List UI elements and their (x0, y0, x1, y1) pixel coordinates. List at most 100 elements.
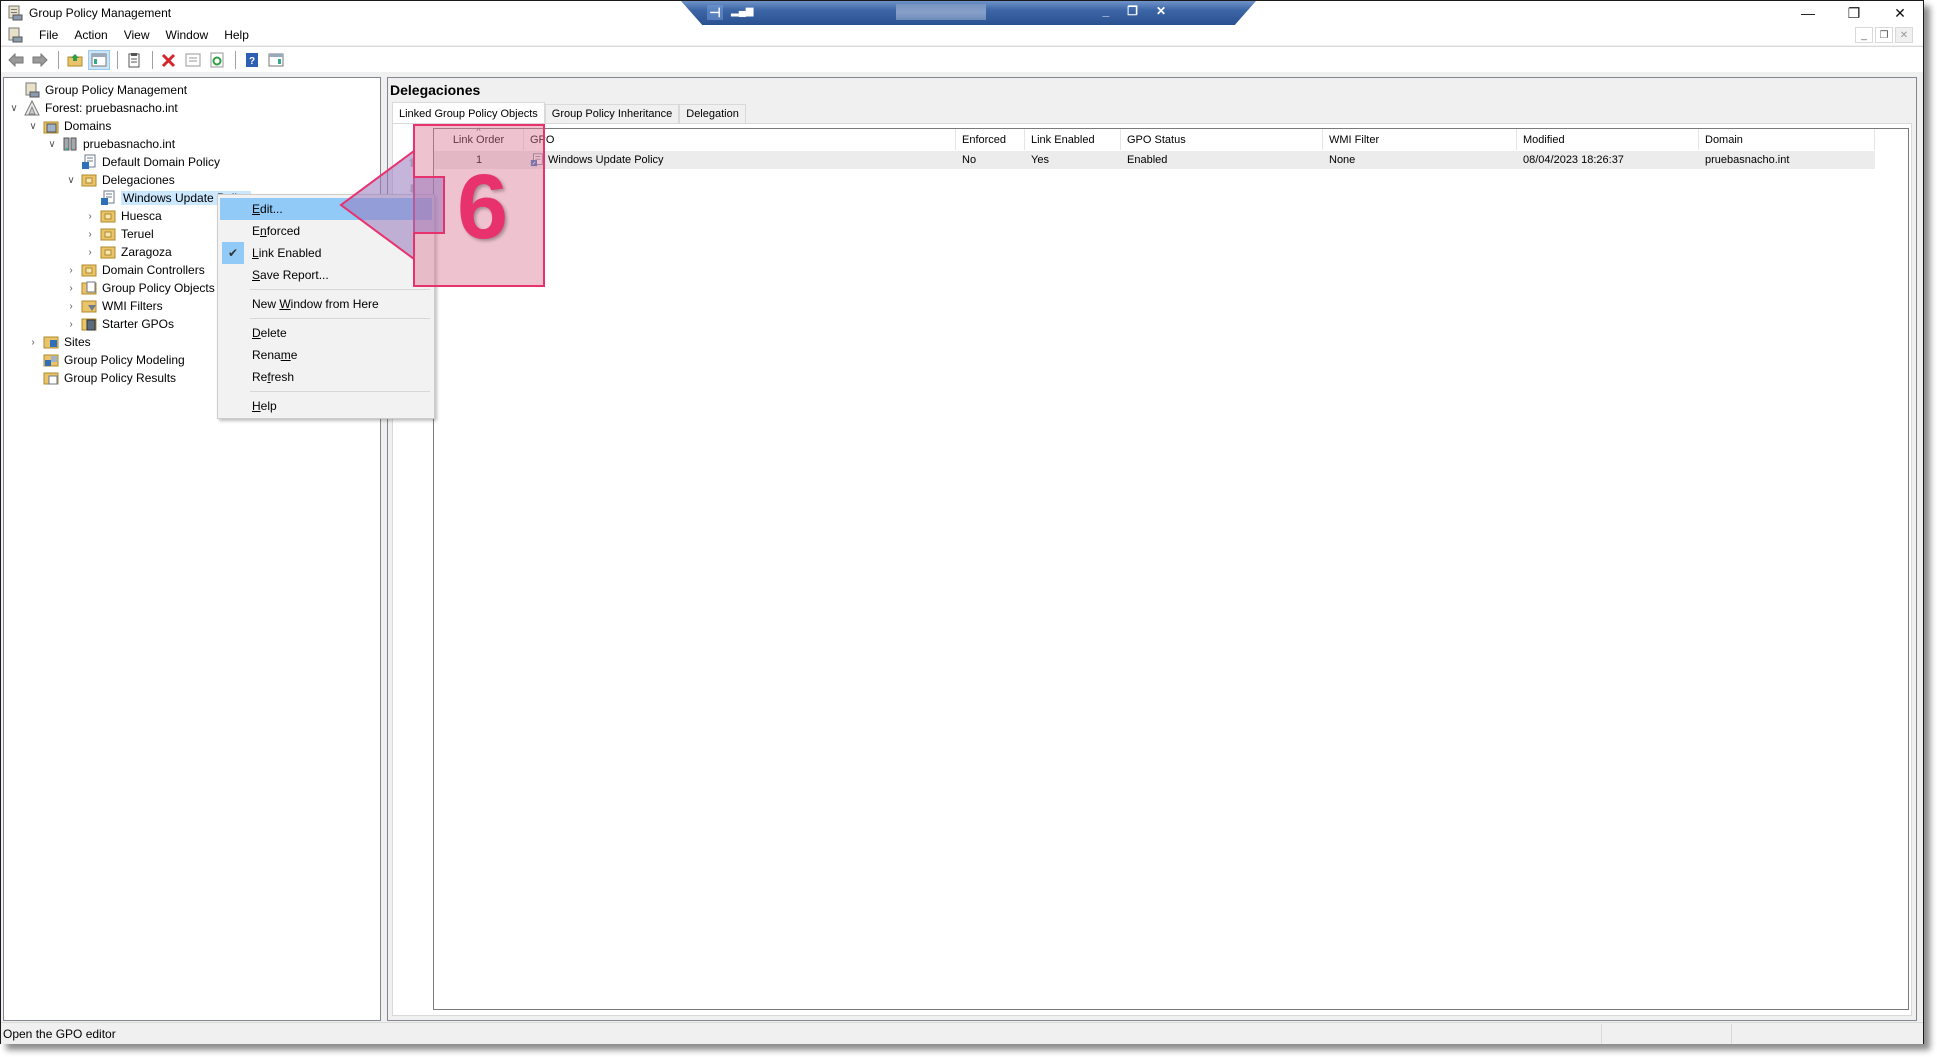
tree-item[interactable]: › Starter GPOs (65, 315, 174, 333)
menu-item-label: New Window from Here (252, 297, 379, 311)
menu-window[interactable]: Window (158, 28, 217, 42)
menu-item-help[interactable]: Help (220, 395, 432, 417)
chevron-down-icon[interactable]: ∨ (27, 121, 39, 132)
tree-item-label: Starter GPOs (102, 317, 175, 331)
menu-item-label: Link Enabled (252, 246, 322, 260)
cell-domain: pruebasnacho.int (1705, 154, 1790, 166)
chevron-right-icon[interactable]: › (65, 301, 77, 312)
menu-action[interactable]: Action (66, 28, 115, 42)
table-row[interactable]: 1 Windows Update Policy No Yes Enabled N… (434, 151, 1875, 169)
access-key: H (252, 399, 261, 413)
chevron-right-icon[interactable]: › (65, 265, 77, 276)
cell-link-enabled: Yes (1031, 154, 1049, 166)
menu-item-new-window[interactable]: New Window from Here (220, 293, 432, 315)
column-header-wmi-filter[interactable]: WMI Filter (1323, 129, 1517, 150)
chevron-right-icon[interactable]: › (65, 319, 77, 330)
menu-file[interactable]: File (31, 28, 66, 42)
tree-item[interactable]: Group Policy Results (27, 369, 176, 387)
tree-item[interactable]: Group Policy Management (8, 81, 187, 99)
tree-item[interactable]: ∨ Forest: pruebasnacho.int (8, 99, 178, 117)
tree-item[interactable]: › WMI Filters (65, 297, 162, 315)
tab-gp-inheritance[interactable]: Group Policy Inheritance (544, 104, 680, 123)
ou-icon (100, 210, 116, 223)
rdp-minimize-button[interactable]: _ (1102, 4, 1109, 18)
up-one-level-button[interactable] (64, 50, 86, 70)
forward-button[interactable] (29, 50, 51, 70)
gpm-icon (25, 82, 40, 98)
menu-item-rename[interactable]: Rename (220, 344, 432, 366)
tree-item[interactable]: › Zaragoza (84, 243, 171, 261)
pin-icon[interactable]: ⊣ (707, 5, 723, 20)
tree-item[interactable]: › Huesca (84, 207, 161, 225)
tree-item[interactable]: › Group Policy Objects (65, 279, 214, 297)
chevron-down-icon[interactable]: ∨ (8, 103, 20, 114)
cell-wmi-filter: None (1329, 154, 1356, 166)
menu-item-delete[interactable]: Delete (220, 322, 432, 344)
menu-item-enforced[interactable]: Enforced (220, 220, 432, 242)
mdi-restore-button[interactable]: ❐ (1875, 27, 1893, 43)
close-button[interactable]: ✕ (1877, 1, 1923, 25)
tree-item-label: Default Domain Policy (102, 155, 221, 169)
tab-linked-gpos[interactable]: Linked Group Policy Objects (392, 102, 545, 124)
menu-item-refresh[interactable]: Refresh (220, 366, 432, 388)
chevron-right-icon[interactable]: › (84, 247, 96, 258)
status-bar: Open the GPO editor (1, 1022, 1923, 1044)
restore-button[interactable]: ❐ (1831, 1, 1877, 25)
chevron-right-icon[interactable]: › (27, 337, 39, 348)
properties-button[interactable] (182, 50, 204, 70)
mdi-child-icon[interactable] (7, 27, 23, 43)
column-header-domain[interactable]: Domain (1699, 129, 1875, 150)
column-header-modified[interactable]: Modified (1517, 129, 1699, 150)
toolbar-separator (235, 50, 236, 69)
help-button[interactable]: ? (241, 50, 263, 70)
chevron-right-icon[interactable]: › (84, 229, 96, 240)
column-header-link-enabled[interactable]: Link Enabled (1025, 129, 1121, 150)
chevron-down-icon[interactable]: ∨ (65, 175, 77, 186)
menu-help[interactable]: Help (216, 28, 257, 42)
tab-delegation[interactable]: Delegation (679, 104, 746, 123)
mdi-close-button[interactable]: ✕ (1895, 27, 1913, 43)
menu-item-label: Help (252, 399, 277, 413)
show-hide-action-pane-icon (268, 53, 284, 66)
delete-button[interactable] (158, 50, 180, 70)
ou-icon (100, 228, 116, 241)
menu-item-edit[interactable]: Edit... (220, 198, 432, 220)
gpo-link-icon (101, 190, 115, 205)
forward-icon (32, 52, 48, 67)
tree-item[interactable]: › Domain Controllers (65, 261, 205, 279)
rdp-restore-button[interactable]: ❐ (1127, 4, 1138, 18)
tree-item-label: Domain Controllers (102, 263, 205, 277)
chevron-right-icon[interactable]: › (65, 283, 77, 294)
move-link-up-icon[interactable]: ⬆ (407, 156, 417, 170)
column-header-gpo[interactable]: GPO (524, 129, 956, 150)
minimize-button[interactable]: — (1785, 1, 1831, 25)
menu-view[interactable]: View (116, 28, 158, 42)
column-header-gpo-status[interactable]: GPO Status (1121, 129, 1323, 150)
column-header-enforced[interactable]: Enforced (956, 129, 1025, 150)
menu-item-link-enabled[interactable]: ✔ Link Enabled (220, 242, 432, 264)
tree-item[interactable]: ∨ pruebasnacho.int (46, 135, 175, 153)
tree-item[interactable]: Default Domain Policy (65, 153, 220, 171)
remote-desktop-connection-bar[interactable]: ⊣ ▂▄▆ _ ❐ ✕ (681, 1, 1256, 27)
mdi-minimize-button[interactable]: _ (1855, 27, 1873, 43)
show-hide-action-pane-button[interactable] (265, 50, 287, 70)
clipboard-button[interactable] (123, 50, 145, 70)
tree-item[interactable]: Group Policy Modeling (27, 351, 185, 369)
column-header-link-order[interactable]: ^ Link Order (434, 126, 524, 150)
chevron-right-icon[interactable]: › (84, 211, 96, 222)
tree-item[interactable]: ∨ Delegaciones (65, 171, 174, 189)
tree-item[interactable]: › Teruel (84, 225, 153, 243)
details-pane: Delegaciones Linked Group Policy Objects… (387, 77, 1917, 1021)
rdp-close-button[interactable]: ✕ (1156, 4, 1166, 18)
access-key: W (279, 297, 291, 311)
tree-item[interactable]: › Sites (27, 333, 90, 351)
cell-gpo: Windows Update Policy (524, 151, 956, 169)
tree-item[interactable]: ∨ Domains (27, 117, 111, 135)
back-button[interactable] (5, 50, 27, 70)
status-message: Open the GPO editor (3, 1026, 116, 1041)
menu-bar: File Action View Window Help _ ❐ ✕ (1, 25, 1923, 45)
menu-item-save-report[interactable]: Save Report... (220, 264, 432, 286)
chevron-down-icon[interactable]: ∨ (46, 139, 58, 150)
show-hide-console-tree-button[interactable] (88, 49, 110, 70)
refresh-button[interactable] (206, 50, 228, 70)
